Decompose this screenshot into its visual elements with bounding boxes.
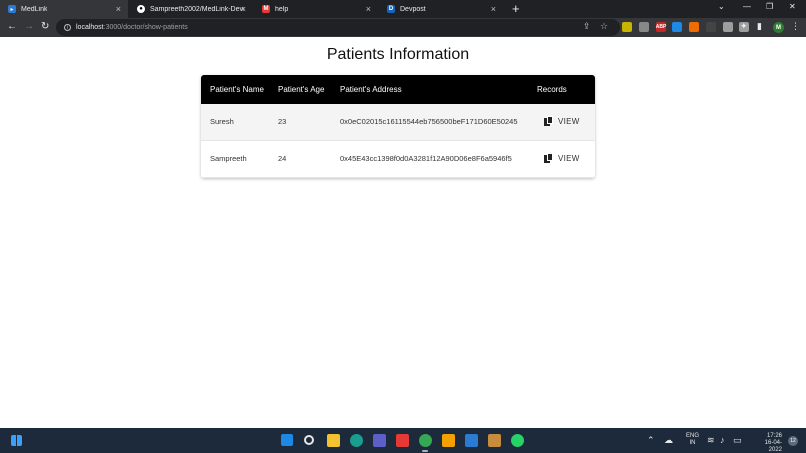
header-records: Records <box>537 85 567 94</box>
mail-icon: M <box>262 5 270 13</box>
battery-icon[interactable]: ▭ <box>733 435 742 446</box>
close-window-button[interactable]: ✕ <box>789 2 796 11</box>
tab-github[interactable]: ● Sampreeth2002/MedLink-Devsp... × <box>129 0 253 18</box>
view-label: VIEW <box>558 116 580 126</box>
url-host: localhost <box>76 24 104 31</box>
extension-icon[interactable] <box>706 22 716 32</box>
clock-time: 17:26 <box>766 433 782 439</box>
close-icon[interactable]: × <box>241 4 246 14</box>
site-info-icon[interactable]: i <box>64 24 71 31</box>
view-records-button[interactable]: VIEW <box>544 153 580 163</box>
language-code: ENG <box>686 433 700 439</box>
extension-icon[interactable] <box>639 22 649 32</box>
close-icon[interactable]: × <box>366 4 371 14</box>
adblock-icon[interactable]: ABP <box>656 22 666 32</box>
whatsapp-icon[interactable] <box>511 434 524 447</box>
tab-title: Sampreeth2002/MedLink-Devsp... <box>150 5 244 13</box>
language-region: IN <box>689 440 696 446</box>
tab-help[interactable]: M help × <box>254 0 378 18</box>
maximize-button[interactable]: ❐ <box>766 2 773 11</box>
devpost-icon: D <box>387 5 395 13</box>
vscode-icon[interactable] <box>465 434 478 447</box>
header-patient-address: Patient's Address <box>340 85 402 94</box>
task-view-icon[interactable] <box>11 435 22 446</box>
patient-age: 23 <box>278 117 287 126</box>
side-panel-icon[interactable]: ▮ <box>757 21 762 32</box>
table-header: Patient's Name Patient's Age Patient's A… <box>201 75 595 104</box>
windows-taskbar: ⌃ ☁ ENG IN ≋ ♪ ▭ 17:26 16-04-2022 12 <box>0 428 806 453</box>
patient-age: 24 <box>278 154 287 163</box>
package-icon[interactable] <box>488 434 501 447</box>
wifi-icon[interactable]: ≋ <box>707 435 715 446</box>
menu-kebab-icon[interactable]: ⋮ <box>791 21 800 32</box>
chevron-up-icon[interactable]: ⌃ <box>647 435 655 446</box>
patient-name: Suresh <box>210 117 234 126</box>
extension-icon[interactable] <box>672 22 682 32</box>
close-icon[interactable]: × <box>116 4 121 14</box>
page-content: Patients Information Patient's Name Pati… <box>0 37 806 428</box>
tab-devpost[interactable]: D Devpost × <box>379 0 503 18</box>
address-bar[interactable]: i localhost:3000/doctor/show-patients <box>56 19 620 36</box>
tab-title: Devpost <box>400 5 426 13</box>
view-label: VIEW <box>558 153 580 163</box>
edge-icon[interactable] <box>350 434 363 447</box>
minimize-button[interactable]: — <box>743 2 751 11</box>
patient-name: Sampreeth <box>210 154 247 163</box>
metamask-icon[interactable] <box>689 22 699 32</box>
file-copy-icon <box>544 153 553 163</box>
bookmark-star-icon[interactable]: ☆ <box>600 21 608 32</box>
tab-title: MedLink <box>21 5 48 13</box>
profile-avatar[interactable]: M <box>773 22 784 33</box>
extension-icon[interactable] <box>622 22 632 32</box>
file-explorer-icon[interactable] <box>327 434 340 447</box>
file-copy-icon <box>544 116 553 126</box>
patient-address: 0x0eC02015c16115544eb756500beF171D60E502… <box>340 117 518 126</box>
vscode-icon: ▸ <box>8 5 16 13</box>
patient-address: 0x45E43cc1398f0d0A3281f12A90D06e8F6a5946… <box>340 154 512 163</box>
reload-button[interactable]: ↻ <box>41 21 49 33</box>
extension-icon[interactable] <box>723 22 733 32</box>
active-app-indicator <box>422 450 428 452</box>
share-icon[interactable]: ⇪ <box>583 21 591 32</box>
language-indicator[interactable]: ENG IN <box>686 433 699 447</box>
tab-search-icon[interactable]: ⌄ <box>718 2 725 11</box>
tab-medlink[interactable]: ▸ MedLink × <box>0 0 128 18</box>
windows-start-icon[interactable] <box>281 434 293 446</box>
close-icon[interactable]: × <box>491 4 496 14</box>
table-row: Suresh 23 0x0eC02015c16115544eb756500beF… <box>201 104 595 141</box>
tab-title: help <box>275 5 289 13</box>
cloud-icon[interactable]: ☁ <box>664 435 673 446</box>
header-patient-age: Patient's Age <box>278 85 325 94</box>
url-path: :3000/doctor/show-patients <box>103 24 188 31</box>
notification-badge[interactable]: 12 <box>788 436 798 446</box>
browser-tab-strip: ▸ MedLink × ● Sampreeth2002/MedLink-Devs… <box>0 0 806 18</box>
header-patient-name: Patient's Name <box>210 85 264 94</box>
brave-icon[interactable] <box>396 434 409 447</box>
search-icon[interactable] <box>304 435 314 445</box>
page-title: Patients Information <box>326 46 470 63</box>
clock-date: 16-04-2022 <box>764 440 782 453</box>
browser-toolbar: ← → ↻ i localhost:3000/doctor/show-patie… <box>0 18 806 37</box>
patients-table: Patient's Name Patient's Age Patient's A… <box>201 75 595 178</box>
volume-icon[interactable]: ♪ <box>720 435 725 445</box>
teams-icon[interactable] <box>373 434 386 447</box>
system-clock[interactable]: 17:26 16-04-2022 <box>754 433 782 453</box>
extensions-puzzle-icon[interactable]: ✦ <box>740 21 748 32</box>
sublime-text-icon[interactable] <box>442 434 455 447</box>
chrome-icon[interactable] <box>419 434 432 447</box>
new-tab-button[interactable]: + <box>512 1 520 17</box>
table-row: Sampreeth 24 0x45E43cc1398f0d0A3281f12A9… <box>201 141 595 178</box>
view-records-button[interactable]: VIEW <box>544 116 580 126</box>
github-icon: ● <box>137 5 145 13</box>
back-button[interactable]: ← <box>7 21 17 33</box>
forward-button[interactable]: → <box>24 21 34 33</box>
